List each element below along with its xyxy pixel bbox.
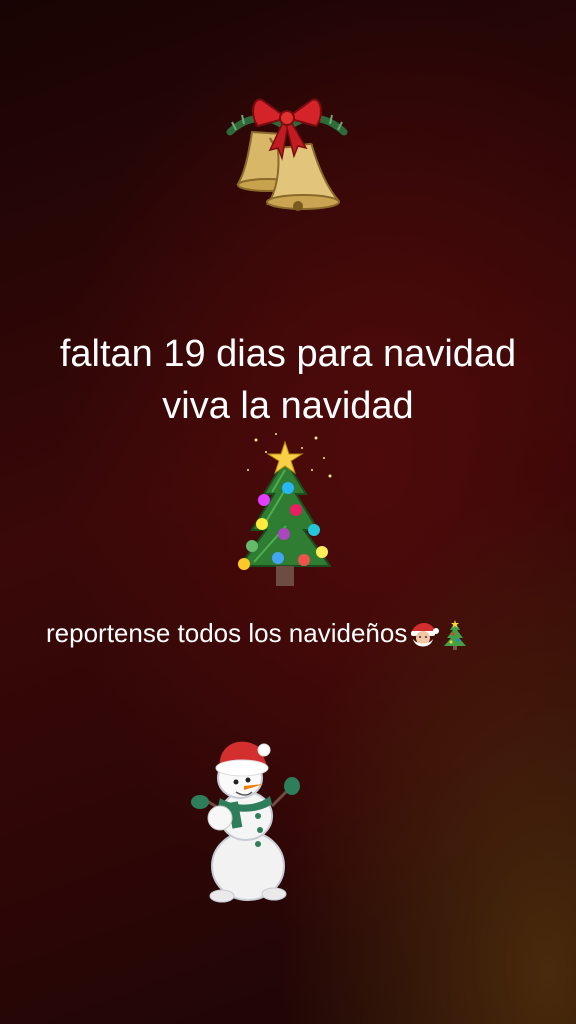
caption-text: reportense todos los navideños — [46, 618, 471, 651]
greeting-line: viva la navidad — [162, 385, 414, 427]
christmas-tree-emoji-icon — [444, 620, 467, 651]
countdown-line: faltan 19 dias para navidad — [59, 333, 517, 375]
caption-label: reportense todos los navideños — [46, 618, 408, 648]
tree-icon — [238, 458, 332, 586]
bell-icon — [236, 130, 341, 211]
christmas-bells-sticker — [226, 98, 348, 211]
santa-emoji-icon — [411, 623, 440, 647]
snowman-icon — [191, 741, 300, 903]
christmas-tree-sticker — [238, 433, 332, 586]
countdown-message: faltan 19 dias para navidad viva la navi… — [0, 328, 576, 432]
snowman-sticker — [191, 741, 300, 903]
